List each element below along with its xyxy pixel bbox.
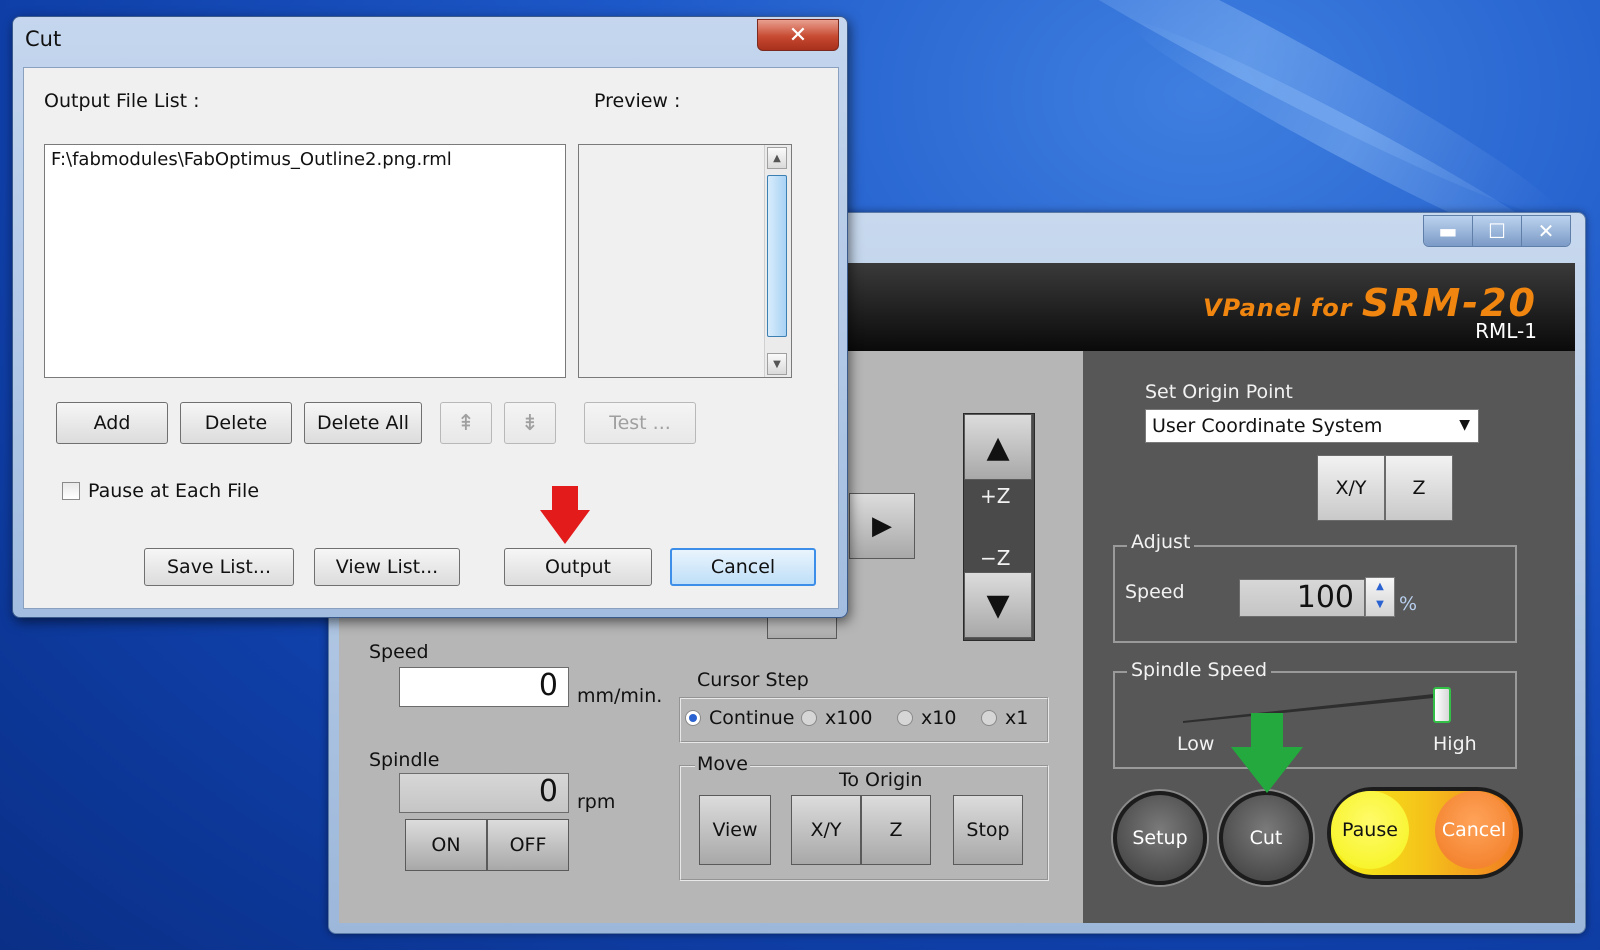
spindle-off-button[interactable]: OFF [487, 819, 569, 871]
move-stop-button[interactable]: Stop [953, 795, 1023, 865]
delete-all-button[interactable]: Delete All [304, 402, 422, 444]
set-origin-xy-button[interactable]: X/Y [1317, 455, 1385, 521]
green-arrow-annotation [1231, 713, 1303, 793]
view-list-button[interactable]: View List... [314, 548, 460, 586]
speed-unit: mm/min. [577, 685, 663, 707]
output-file-list[interactable]: F:\fabmodules\FabOptimus_Outline2.png.rm… [44, 144, 566, 378]
scroll-thumb[interactable] [767, 175, 787, 337]
plus-z-label: +Z [980, 484, 1011, 508]
minimize-button[interactable]: ▬ [1424, 216, 1472, 246]
to-origin-label: To Origin [839, 769, 923, 791]
spindle-speed-slider-thumb[interactable] [1433, 687, 1451, 723]
close-button[interactable]: ✕ [757, 19, 839, 51]
spindle-rpm-field: 0 [399, 773, 569, 813]
adjust-speed-unit: % [1399, 593, 1418, 615]
dialog-title: Cut [25, 27, 62, 51]
test-button[interactable]: Test ... [584, 402, 696, 444]
close-button[interactable]: ✕ [1521, 216, 1570, 246]
pause-at-each-file-checkbox[interactable]: Pause at Each File [62, 480, 259, 502]
adjust-label: Adjust [1127, 531, 1195, 553]
move-to-origin-z-button[interactable]: Z [861, 795, 931, 865]
delete-button[interactable]: Delete [180, 402, 292, 444]
scroll-down-icon[interactable]: ▼ [767, 353, 787, 375]
move-view-button[interactable]: View [699, 795, 771, 865]
output-file-list-label: Output File List : [44, 90, 200, 112]
spindle-on-button[interactable]: ON [405, 819, 487, 871]
radio-dot [897, 710, 913, 726]
cut-dialog: Cut ✕ Output File List : Preview : F:\fa… [12, 16, 848, 618]
adjust-speed-field[interactable]: 100 [1239, 579, 1365, 617]
setup-button[interactable]: Setup [1113, 791, 1207, 885]
preview-scrollbar[interactable]: ▲ ▼ [764, 145, 791, 377]
radio-dot [801, 710, 817, 726]
cut-dialog-client: Output File List : Preview : F:\fabmodul… [23, 67, 839, 609]
cancel-cut-button[interactable]: Cancel [1435, 791, 1513, 869]
set-origin-label: Set Origin Point [1145, 381, 1293, 403]
preview-pane: ▲ ▼ [578, 144, 792, 378]
brand-subtitle: RML-1 [1475, 319, 1537, 343]
adjust-speed-label: Speed [1125, 581, 1185, 603]
list-item[interactable]: F:\fabmodules\FabOptimus_Outline2.png.rm… [51, 149, 452, 170]
spindle-speed-high-label: High [1433, 733, 1477, 755]
cursor-step-x100[interactable]: x100 [801, 707, 873, 729]
cursor-step-x1[interactable]: x1 [981, 707, 1028, 729]
move-label: Move [695, 753, 750, 775]
speed-field[interactable]: 0 [399, 667, 569, 707]
move-to-origin-xy-button[interactable]: X/Y [791, 795, 861, 865]
preview-label: Preview : [594, 90, 681, 112]
spindle-label: Spindle [369, 749, 440, 771]
spindle-speed-low-label: Low [1177, 733, 1215, 755]
dropdown-value: User Coordinate System [1152, 415, 1383, 437]
vpanel-right-panel: Set Origin Point User Coordinate System … [1083, 351, 1575, 923]
checkbox-label: Pause at Each File [88, 480, 260, 502]
z-jog-column: ▲ +Z −Z ▼ [963, 413, 1035, 641]
close-icon: ✕ [788, 22, 808, 48]
z-up-button[interactable]: ▲ [964, 414, 1032, 480]
maximize-button[interactable]: ☐ [1472, 216, 1521, 246]
window-controls: ▬ ☐ ✕ [1423, 215, 1571, 247]
z-down-button[interactable]: ▼ [964, 572, 1032, 638]
arrow-up-icon: ⇞ [456, 410, 476, 436]
cursor-step-x10[interactable]: x10 [897, 707, 956, 729]
pause-button[interactable]: Pause [1331, 791, 1409, 869]
jog-right-button[interactable]: ▶ [849, 493, 915, 559]
minus-z-label: −Z [980, 546, 1011, 570]
chevron-down-icon: ▼ [1459, 417, 1470, 433]
save-list-button[interactable]: Save List... [144, 548, 294, 586]
spindle-unit: rpm [577, 791, 616, 813]
radio-dot [685, 710, 701, 726]
red-arrow-annotation [540, 486, 590, 544]
speed-label: Speed [369, 641, 429, 663]
cut-button[interactable]: Cut [1219, 791, 1313, 885]
arrow-down-icon: ⇟ [520, 410, 540, 436]
set-origin-z-button[interactable]: Z [1385, 455, 1453, 521]
spindle-speed-slider-track [1183, 693, 1443, 723]
radio-dot [981, 710, 997, 726]
brand-prefix: VPanel for [1202, 294, 1353, 322]
cursor-step-label: Cursor Step [697, 669, 809, 691]
origin-coordinate-dropdown[interactable]: User Coordinate System ▼ [1145, 409, 1479, 443]
cancel-button[interactable]: Cancel [670, 548, 816, 586]
move-up-button[interactable]: ⇞ [440, 402, 492, 444]
cursor-step-continue[interactable]: Continue [685, 707, 794, 729]
adjust-speed-spinner[interactable]: ▲ ▼ [1365, 577, 1395, 617]
move-down-button[interactable]: ⇟ [504, 402, 556, 444]
spindle-speed-label: Spindle Speed [1127, 659, 1272, 681]
checkbox-box [62, 482, 80, 500]
output-button[interactable]: Output [504, 548, 652, 586]
scroll-up-icon[interactable]: ▲ [767, 147, 787, 169]
add-button[interactable]: Add [56, 402, 168, 444]
